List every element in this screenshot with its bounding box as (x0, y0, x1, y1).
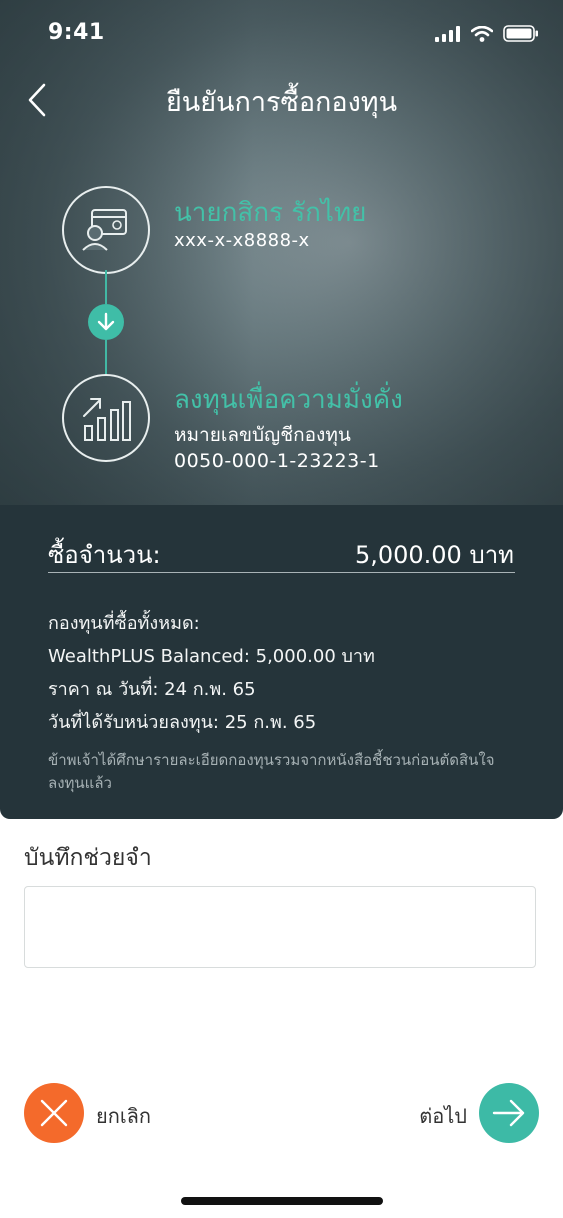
memo-label: บันทึกช่วยจำ (24, 845, 152, 871)
detail-funds-heading: กองทุนที่ซื้อทั้งหมด: (48, 613, 200, 634)
source-account-avatar (62, 186, 150, 274)
flow-connector-top (105, 270, 107, 304)
destination-fund-name: ลงทุนเพื่อความมั่งคั่ง (174, 385, 403, 415)
amount-value: 5,000.00 บาท (354, 541, 514, 569)
cancel-button[interactable] (24, 1083, 84, 1143)
cancel-label[interactable]: ยกเลิก (96, 1100, 151, 1132)
memo-input[interactable] (24, 886, 536, 968)
home-indicator (181, 1197, 383, 1205)
growth-chart-icon (83, 398, 131, 441)
arrow-right-icon (492, 1099, 525, 1127)
detail-price-date: ราคา ณ วันที่: 24 ก.พ. 65 (48, 679, 256, 700)
flow-connector-bottom (105, 340, 107, 374)
status-icons (435, 25, 539, 42)
fund-account-label: หมายเลขบัญชีกองทุน (174, 424, 351, 446)
source-account-number: xxx-x-x8888-x (174, 230, 310, 251)
summary-panel: ซื้อจำนวน: 5,000.00 บาท กองทุนที่ซื้อทั้… (0, 505, 563, 819)
destination-fund-avatar (62, 374, 150, 462)
wifi-icon (471, 25, 493, 42)
status-time: 9:41 (48, 20, 105, 45)
page-title: ยืนยันการซื้อกองทุน (165, 87, 398, 118)
arrow-down-icon (97, 312, 115, 331)
detail-fund-amount: WealthPLUS Balanced: 5,000.00 บาท (48, 646, 375, 667)
signal-icon (435, 25, 460, 42)
next-button[interactable] (479, 1083, 539, 1143)
fund-account-number: 0050-000-1-23223-1 (174, 450, 380, 472)
battery-icon (503, 25, 538, 42)
detail-unit-date: วันที่ได้รับหน่วยลงทุน: 25 ก.พ. 65 (48, 712, 317, 733)
disclaimer-text: ข้าพเจ้าได้ศึกษารายละเอียดกองทุนรวมจากหน… (48, 751, 495, 792)
close-icon (40, 1099, 68, 1127)
status-bar: 9:41 (0, 0, 563, 70)
flow-arrow (88, 304, 124, 340)
source-account-name: นายกสิกร รักไทย (174, 198, 367, 228)
next-label[interactable]: ต่อไป (419, 1100, 467, 1132)
summary-divider (48, 572, 515, 573)
amount-label: ซื้อจำนวน: (48, 541, 161, 569)
user-card-icon (82, 209, 127, 251)
